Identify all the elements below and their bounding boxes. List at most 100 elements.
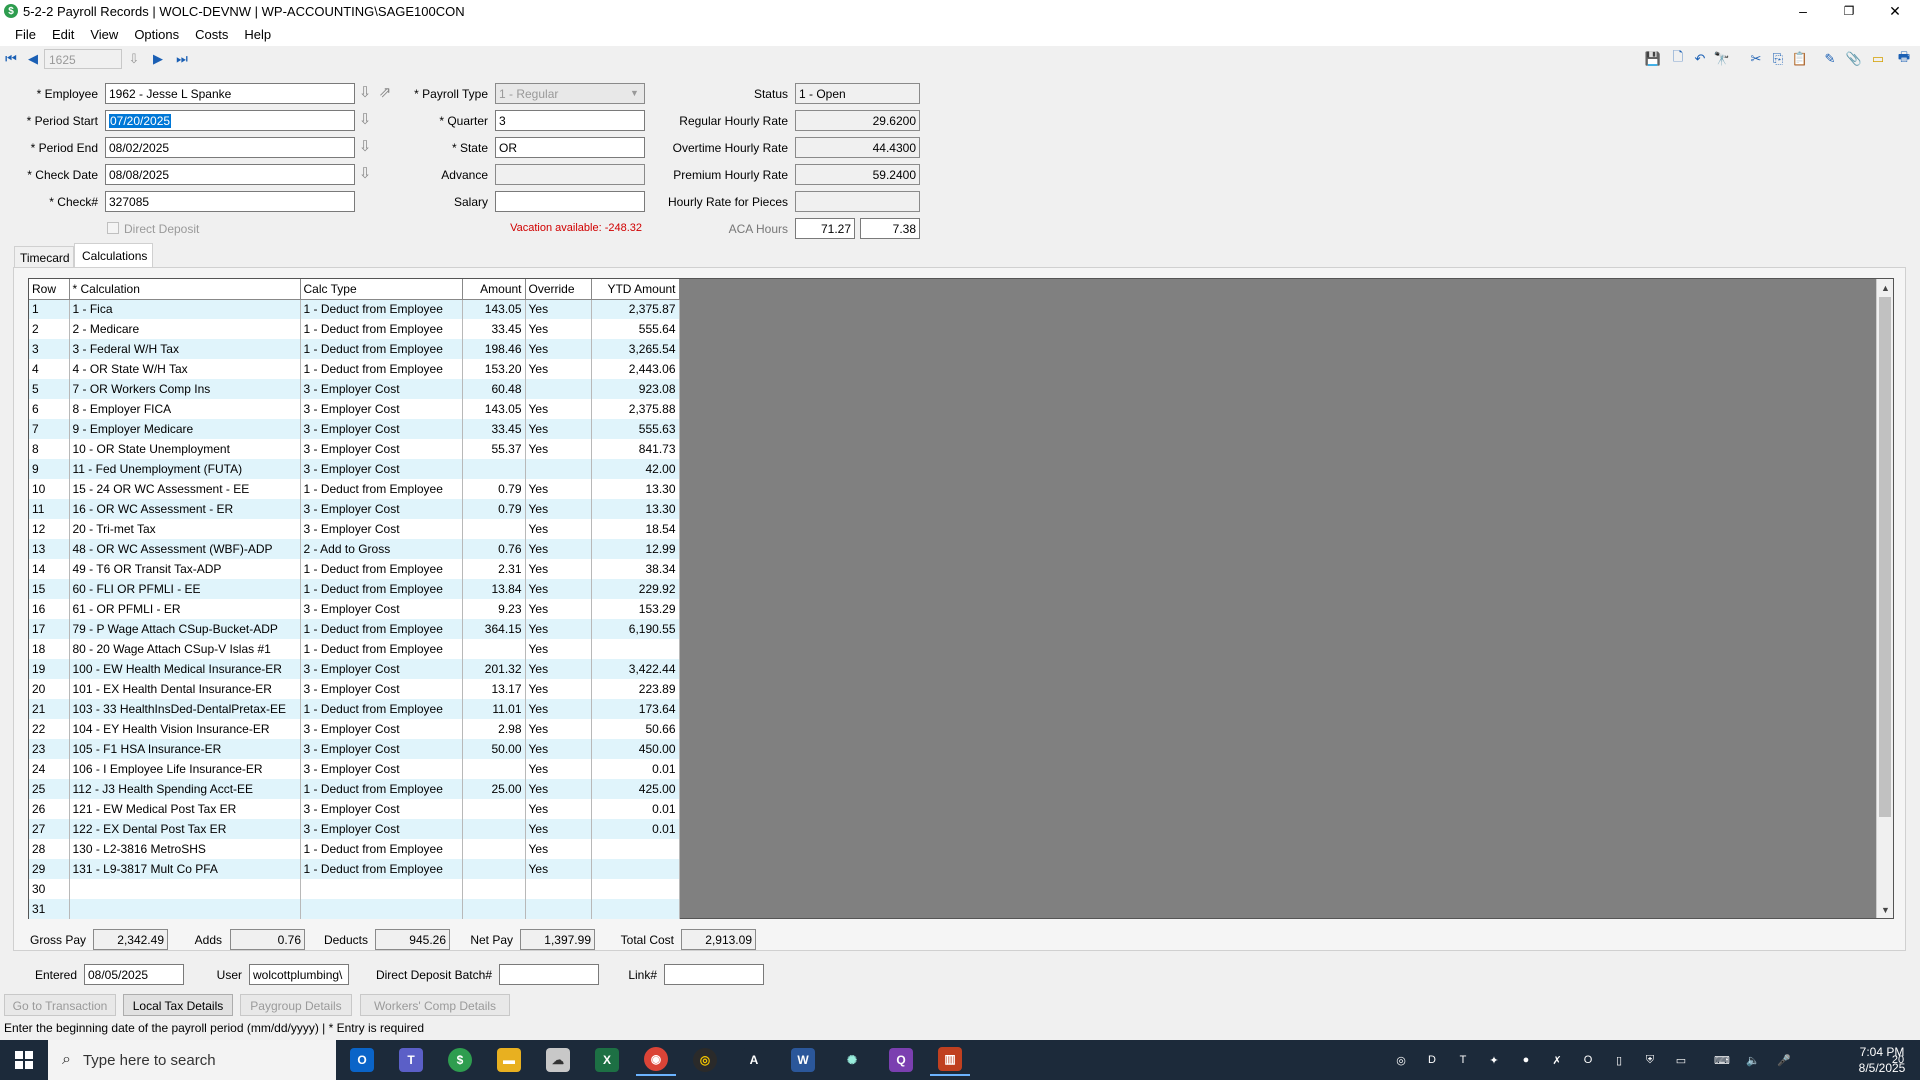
- app-coin-icon[interactable]: ◎: [685, 1044, 725, 1076]
- cell-calculation[interactable]: 131 - L9-3817 Mult Co PFA: [69, 859, 301, 879]
- cell-calc-type[interactable]: 3 - Employer Cost: [300, 519, 463, 539]
- cell-calculation[interactable]: 8 - Employer FICA: [69, 399, 301, 419]
- cell-row-number[interactable]: 30: [29, 879, 70, 899]
- table-row[interactable]: 29 131 - L9-3817 Mult Co PFA 1 - Deduct fr…: [29, 859, 680, 879]
- cell-calc-type[interactable]: [300, 879, 463, 899]
- cell-amount[interactable]: 60.48: [462, 379, 526, 399]
- cell-amount[interactable]: 364.15: [462, 619, 526, 639]
- table-row[interactable]: 10 15 - 24 OR WC Assessment - EE 1 - Deduc…: [29, 479, 680, 499]
- cell-amount[interactable]: [462, 879, 526, 899]
- cell-calc-type[interactable]: 3 - Employer Cost: [300, 819, 463, 839]
- print-icon[interactable]: 🖶: [1896, 49, 1912, 67]
- cell-amount[interactable]: [462, 819, 526, 839]
- cell-row-number[interactable]: 12: [29, 519, 70, 539]
- cell-amount[interactable]: 0.76: [462, 539, 526, 559]
- cell-calc-type[interactable]: 3 - Employer Cost: [300, 659, 463, 679]
- cell-amount[interactable]: 2.31: [462, 559, 526, 579]
- cell-calculation[interactable]: 130 - L2-3816 MetroSHS: [69, 839, 301, 859]
- table-row[interactable]: 9 11 - Fed Unemployment (FUTA) 3 - Employe…: [29, 459, 680, 479]
- cell-row-number[interactable]: 4: [29, 359, 70, 379]
- cell-calculation[interactable]: [69, 879, 301, 899]
- cell-row-number[interactable]: 24: [29, 759, 70, 779]
- next-record-icon[interactable]: ▶: [150, 51, 166, 67]
- cell-amount[interactable]: [462, 639, 526, 659]
- tray-outlook-icon[interactable]: O: [1580, 1052, 1596, 1068]
- table-row[interactable]: 33 - Federal W/H Tax 1 - Deduct from Empl…: [29, 339, 680, 359]
- previous-record-icon[interactable]: ◀: [25, 51, 41, 67]
- cell-calculation[interactable]: [69, 899, 301, 919]
- cell-override[interactable]: Yes: [525, 639, 592, 659]
- cell-ytd-amount[interactable]: 223.89: [591, 679, 680, 699]
- cell-calculation[interactable]: 7 - OR Workers Comp Ins: [69, 379, 301, 399]
- first-record-icon[interactable]: ⏮: [3, 51, 19, 67]
- cell-calculation[interactable]: 101 - EX Health Dental Insurance-ER: [69, 679, 301, 699]
- cell-amount[interactable]: 33.45: [462, 419, 526, 439]
- cell-row-number[interactable]: 2: [29, 319, 70, 339]
- copy-icon[interactable]: ⎘: [1770, 51, 1786, 67]
- menu-edit[interactable]: Edit: [44, 27, 82, 42]
- cell-calculation[interactable]: 11 - Fed Unemployment (FUTA): [69, 459, 301, 479]
- table-row[interactable]: 12 20 - Tri-met Tax 3 - Employer Cost Yes 18…: [29, 519, 680, 539]
- column-header-amount[interactable]: Amount: [462, 279, 526, 300]
- cell-row-number[interactable]: 7: [29, 419, 70, 439]
- cell-ytd-amount[interactable]: 153.29: [591, 599, 680, 619]
- cell-ytd-amount[interactable]: [591, 879, 680, 899]
- lookup-arrow-icon[interactable]: ⇩: [126, 51, 142, 67]
- table-row[interactable]: 11 16 - OR WC Assessment - ER 3 - Employer…: [29, 499, 680, 519]
- battery-icon[interactable]: ▭: [1673, 1052, 1689, 1068]
- cell-ytd-amount[interactable]: 13.30: [591, 499, 680, 519]
- lookup-arrow-icon[interactable]: ⇩: [358, 85, 372, 101]
- undo-icon[interactable]: ↶: [1692, 51, 1708, 67]
- table-row[interactable]: 44 - OR State W/H Tax 1 - Deduct from Emp…: [29, 359, 680, 379]
- menu-view[interactable]: View: [82, 27, 126, 42]
- cell-row-number[interactable]: 15: [29, 579, 70, 599]
- outlook-icon[interactable]: O: [342, 1044, 382, 1076]
- cell-override[interactable]: Yes: [525, 339, 592, 359]
- cell-ytd-amount[interactable]: 18.54: [591, 519, 680, 539]
- cell-row-number[interactable]: 11: [29, 499, 70, 519]
- cell-amount[interactable]: 55.37: [462, 439, 526, 459]
- word-icon[interactable]: W: [783, 1044, 823, 1076]
- direct-deposit-checkbox[interactable]: [107, 222, 119, 234]
- cell-calculation[interactable]: 121 - EW Medical Post Tax ER: [69, 799, 301, 819]
- save-icon[interactable]: 💾: [1645, 51, 1661, 67]
- menu-costs[interactable]: Costs: [187, 27, 236, 42]
- chat-app-icon[interactable]: ☁: [538, 1044, 578, 1076]
- table-row[interactable]: 14 49 - T6 OR Transit Tax-ADP 1 - Deduct f…: [29, 559, 680, 579]
- cell-calc-type[interactable]: 3 - Employer Cost: [300, 459, 463, 479]
- cell-override[interactable]: Yes: [525, 499, 592, 519]
- cell-ytd-amount[interactable]: [591, 639, 680, 659]
- cell-override[interactable]: Yes: [525, 359, 592, 379]
- cell-ytd-amount[interactable]: 38.34: [591, 559, 680, 579]
- cut-icon[interactable]: ✂: [1748, 51, 1764, 67]
- table-row[interactable]: 11 - Fica 1 - Deduct from Employee 143.05 Y…: [29, 299, 680, 319]
- cell-calculation[interactable]: 106 - I Employee Life Insurance-ER: [69, 759, 301, 779]
- cell-ytd-amount[interactable]: 229.92: [591, 579, 680, 599]
- menu-options[interactable]: Options: [126, 27, 187, 42]
- cell-calc-type[interactable]: 1 - Deduct from Employee: [300, 299, 463, 319]
- cell-amount[interactable]: 143.05: [462, 399, 526, 419]
- scroll-down-icon[interactable]: ▼: [1877, 901, 1894, 918]
- table-row[interactable]: 13 48 - OR WC Assessment (WBF)-ADP 2 - Add…: [29, 539, 680, 559]
- cell-amount[interactable]: 2.98: [462, 719, 526, 739]
- cell-row-number[interactable]: 1: [29, 299, 70, 319]
- cell-calc-type[interactable]: 1 - Deduct from Employee: [300, 779, 463, 799]
- restore-button[interactable]: ❐: [1826, 0, 1872, 22]
- microphone-icon[interactable]: 🎤: [1776, 1052, 1792, 1068]
- notification-icon[interactable]: 20: [1886, 1052, 1910, 1068]
- cell-override[interactable]: Yes: [525, 839, 592, 859]
- cell-amount[interactable]: 153.20: [462, 359, 526, 379]
- cell-ytd-amount[interactable]: 13.30: [591, 479, 680, 499]
- cell-ytd-amount[interactable]: 3,265.54: [591, 339, 680, 359]
- sage-icon[interactable]: $: [440, 1044, 480, 1076]
- cell-calc-type[interactable]: 1 - Deduct from Employee: [300, 839, 463, 859]
- cell-override[interactable]: Yes: [525, 519, 592, 539]
- cell-override[interactable]: Yes: [525, 299, 592, 319]
- cell-amount[interactable]: [462, 459, 526, 479]
- start-button[interactable]: [0, 1040, 48, 1080]
- cell-calculation[interactable]: 60 - FLI OR PFMLI - EE: [69, 579, 301, 599]
- tray-usb-icon[interactable]: ▯: [1611, 1052, 1627, 1068]
- cell-calculation[interactable]: 48 - OR WC Assessment (WBF)-ADP: [69, 539, 301, 559]
- cell-calculation[interactable]: 122 - EX Dental Post Tax ER: [69, 819, 301, 839]
- cell-override[interactable]: Yes: [525, 399, 592, 419]
